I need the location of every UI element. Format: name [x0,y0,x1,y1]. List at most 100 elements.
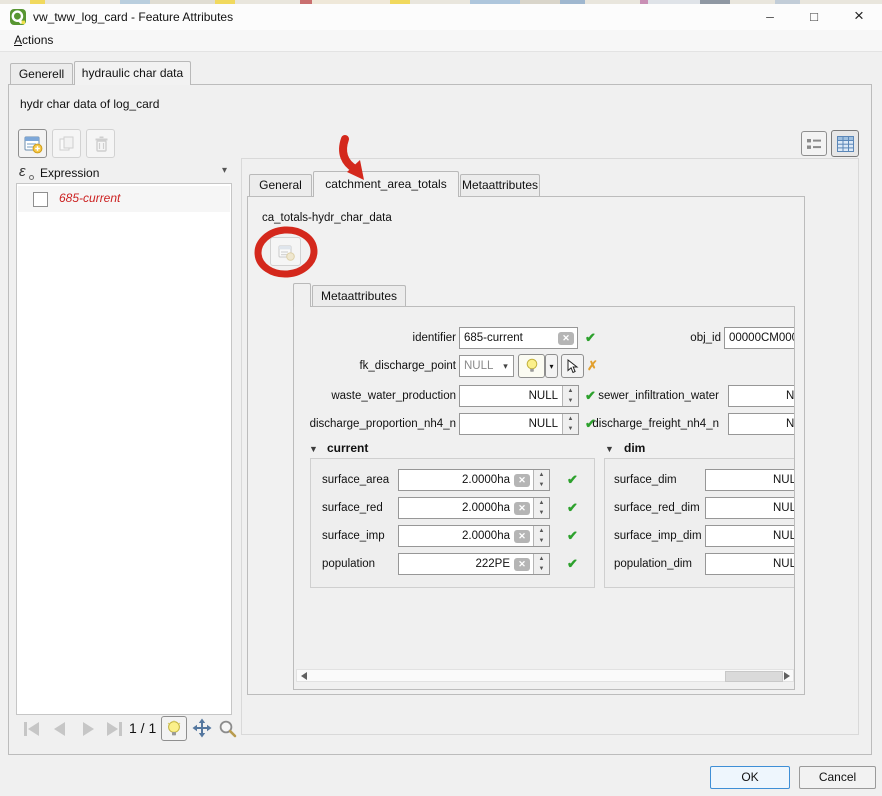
first-feature-button[interactable] [24,722,39,736]
tab-hydraulic-label: hydraulic char data [82,66,183,80]
tab-metaattributes-label: Metaattributes [462,178,538,192]
zoom-to-feature-button[interactable] [218,719,237,738]
attribute-form-area: identifier 685-current ✕ ✔ obj_id 00000C… [293,306,795,690]
population-input[interactable]: 222PE ✕ ▲▼ [398,553,550,575]
clear-icon[interactable]: ✕ [514,558,530,571]
expression-dropdown-caret[interactable]: ▾ [222,165,227,176]
scroll-right-arrow[interactable] [780,670,793,681]
relation-form-button[interactable] [270,237,301,266]
identifier-label: identifier [296,327,456,349]
clear-icon[interactable]: ✕ [558,332,574,345]
spinner-buttons[interactable]: ▲▼ [533,470,549,490]
highlight-related-button[interactable] [518,354,545,378]
current-group-box: surface_area 2.0000ha ✕ ▲▼ ✔ surface_red… [310,458,595,588]
surface-imp-dim-input[interactable]: NULL [705,525,795,547]
discharge-freight-nh4-n-input[interactable]: NULL [728,413,795,435]
next-feature-button[interactable] [83,722,94,736]
valid-check-icon: ✔ [567,501,578,515]
surface-area-value: 2.0000ha [399,474,514,486]
tab-hydraulic-char-data[interactable]: hydraulic char data [74,61,191,85]
surface-red-dim-label: surface_red_dim [614,497,702,519]
discharge-proportion-nh4-n-label: discharge_proportion_nh4_n [294,413,456,435]
maximize-button[interactable]: □ [799,4,829,30]
window-title: vw_tww_log_card - Feature Attributes [33,4,233,30]
table-view-toggle-button[interactable] [831,130,859,157]
duplicate-icon [57,134,77,154]
surface-imp-input[interactable]: 2.0000ha ✕ ▲▼ [398,525,550,547]
surface-red-label: surface_red [322,497,402,519]
map-cursor-icon [566,359,579,374]
surface-dim-input[interactable]: NULL [705,469,795,491]
collapse-triangle-icon[interactable]: ▼ [605,443,614,455]
next-feature-icon [83,722,94,736]
surface-imp-value: 2.0000ha [399,530,514,542]
sewer-infiltration-water-input[interactable]: NULL [728,385,795,407]
fk-discharge-point-value: NULL [460,360,498,372]
spinner-buttons[interactable]: ▲▼ [533,554,549,574]
pan-to-feature-button[interactable] [192,718,212,738]
section-dim-title[interactable]: dim [624,441,645,455]
scrollbar-thumb[interactable] [725,671,783,682]
highlight-related-caret-button[interactable]: ▾ [545,354,558,378]
clear-icon[interactable]: ✕ [514,530,530,543]
select-on-map-button[interactable] [561,354,584,378]
expression-header-label: Expression [40,166,99,180]
chevron-down-icon: ▾ [549,362,553,371]
discharge-freight-nh4-n-label: discharge_freight_nh4_n [559,413,719,435]
surface-red-dim-input[interactable]: NULL [705,497,795,519]
highlight-feature-button[interactable] [161,716,187,741]
valid-check-icon: ✔ [585,331,596,345]
identifier-input[interactable]: 685-current ✕ [459,327,578,349]
section-current-title[interactable]: current [327,441,368,455]
last-feature-button[interactable] [107,722,122,736]
previous-feature-button[interactable] [54,722,65,736]
tab-generell-label: Generell [19,67,64,81]
valid-check-icon: ✔ [567,529,578,543]
minimize-button[interactable]: – [755,4,785,30]
horizontal-scrollbar[interactable] [296,669,794,682]
qgis-logo-icon [9,8,27,26]
subtab-form[interactable] [293,283,311,307]
spinner-buttons[interactable]: ▲▼ [533,526,549,546]
fk-discharge-point-label: fk_discharge_point [296,355,456,377]
table-view-icon [837,136,854,152]
population-dim-input[interactable]: NULL [705,553,795,575]
surface-area-input[interactable]: 2.0000ha ✕ ▲▼ [398,469,550,491]
close-button[interactable]: × [844,4,874,30]
pan-arrows-icon [192,718,212,738]
cancel-button[interactable]: Cancel [799,766,876,789]
tab-general[interactable]: General [249,174,312,196]
discharge-freight-nh4-n-value: NULL [729,418,795,430]
add-child-feature-button[interactable] [18,129,47,158]
delete-child-feature-button [86,129,115,158]
list-item[interactable]: 685-current [18,186,230,212]
tab-catchment-area-totals[interactable]: catchment_area_totals [313,171,459,197]
invalid-cross-icon: ✗ [587,359,598,373]
fk-discharge-point-select[interactable]: NULL ▾ [459,355,514,377]
surface-imp-dim-label: surface_imp_dim [614,525,702,547]
list-item-checkbox[interactable] [33,192,48,207]
pager-count: 1 / 1 [129,720,156,736]
population-dim-value: NULL [706,558,795,570]
titlebar[interactable]: vw_tww_log_card - Feature Attributes – □… [0,4,882,30]
clear-icon[interactable]: ✕ [514,474,530,487]
subtab-metaattributes[interactable]: Metaattributes [312,285,406,306]
duplicate-child-feature-button [52,129,81,158]
ok-button[interactable]: OK [710,766,790,789]
menu-actions[interactable]: Actions [10,30,57,52]
sewer-infiltration-water-label: sewer_infiltration_water [559,385,719,407]
collapse-triangle-icon[interactable]: ▼ [309,443,318,455]
clear-icon[interactable]: ✕ [514,502,530,515]
scroll-left-arrow[interactable] [297,670,310,681]
spinner-buttons[interactable]: ▲▼ [533,498,549,518]
tab-metaattributes[interactable]: Metaattributes [460,174,540,196]
dim-group-box: surface_dim NULL surface_red_dim NULL su… [604,458,795,588]
feature-list[interactable]: 685-current [16,183,232,715]
expression-epsilon-icon: ε [19,163,26,180]
tab-generell[interactable]: Generell [10,63,73,84]
form-view-toggle-button[interactable] [801,131,827,156]
surface-red-input[interactable]: 2.0000ha ✕ ▲▼ [398,497,550,519]
obj-id-label: obj_id [621,327,721,349]
list-item-label: 685-current [59,191,120,205]
obj-id-input[interactable]: 00000CM0000 [724,327,795,349]
